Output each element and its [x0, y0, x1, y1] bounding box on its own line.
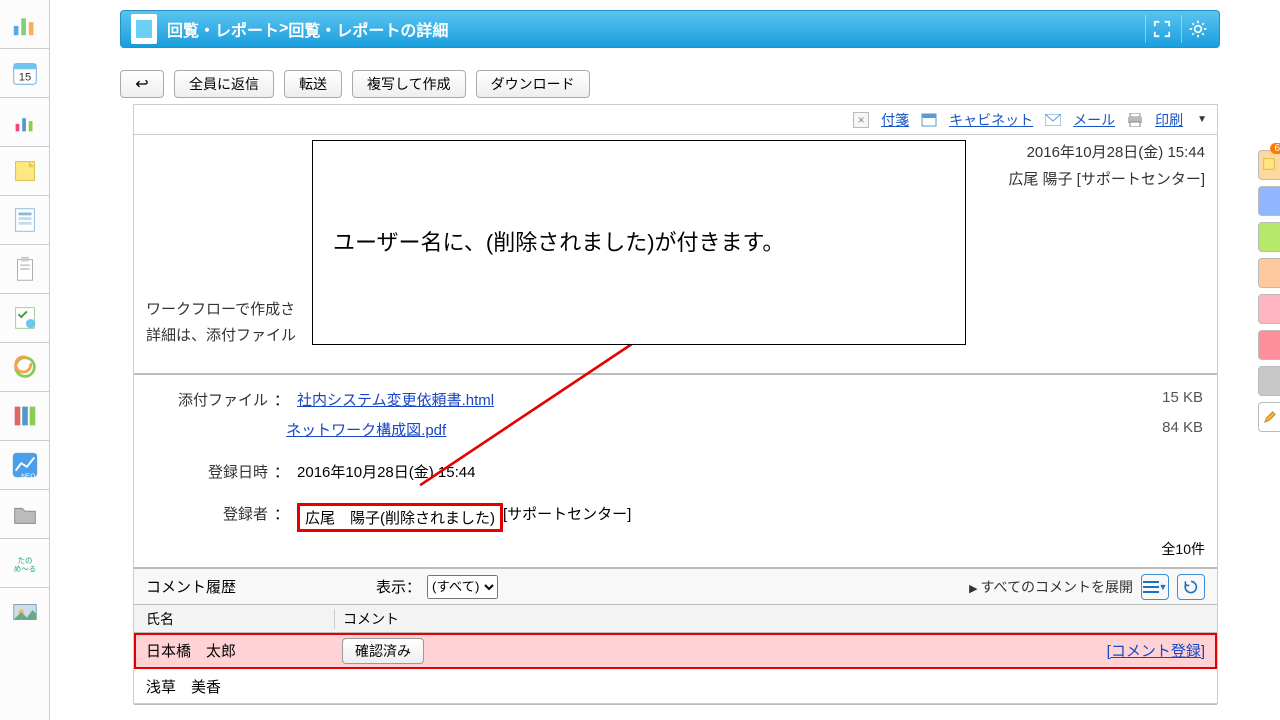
- comment-column-header: 氏名 コメント: [134, 605, 1217, 633]
- rail-icon-app1[interactable]: たのめ〜る: [0, 539, 50, 587]
- right-tab-gray[interactable]: [1258, 366, 1280, 396]
- confirmed-button[interactable]: 確認済み: [342, 638, 424, 664]
- print-link[interactable]: 印刷: [1155, 110, 1183, 130]
- back-button[interactable]: ↩: [120, 70, 164, 98]
- rail-icon-note[interactable]: [0, 147, 50, 195]
- breadcrumb-page: 回覧・レポートの詳細: [288, 17, 448, 41]
- attachment-link-1[interactable]: 社内システム変更依頼書.html: [297, 389, 494, 410]
- rail-icon-books[interactable]: [0, 392, 50, 440]
- right-color-tabs: 6: [1258, 150, 1280, 438]
- attachment-size-2: 84 KB: [1162, 419, 1203, 436]
- mail-link[interactable]: メール: [1073, 110, 1115, 130]
- col-comment: コメント: [334, 609, 1217, 629]
- attachment-row-1: 添付ファイル： 社内システム変更依頼書.html 15 KB: [148, 389, 1203, 419]
- registered-user-row: 登録者： 広尾 陽子(削除されました) [サポートセンター]: [148, 503, 1203, 533]
- comment-row-2: 浅草 美香: [134, 669, 1217, 705]
- right-tab-blue[interactable]: [1258, 186, 1280, 216]
- detail-fields: 添付ファイル： 社内システム変更依頼書.html 15 KB ネットワーク構成図…: [134, 375, 1217, 535]
- forward-button[interactable]: 転送: [284, 70, 342, 98]
- registered-date-value: 2016年10月28日(金) 15:44: [297, 461, 475, 482]
- action-toolbar: ↩ 全員に返信 転送 複写して作成 ダウンロード: [120, 68, 1220, 100]
- breadcrumb-sep: >: [279, 20, 288, 38]
- svg-text:15: 15: [19, 72, 32, 84]
- rail-icon-calendar[interactable]: 15: [0, 49, 50, 97]
- download-button[interactable]: ダウンロード: [476, 70, 590, 98]
- print-icon: [1127, 113, 1143, 127]
- svg-text:NEO: NEO: [21, 473, 35, 480]
- expand-all-link[interactable]: ▶すべてのコメントを展開: [969, 577, 1133, 597]
- cabinet-icon: [921, 113, 937, 127]
- attachment-row-2: ネットワーク構成図.pdf 84 KB: [148, 419, 1203, 449]
- reply-all-button[interactable]: 全員に返信: [174, 70, 274, 98]
- gear-icon[interactable]: [1181, 15, 1213, 43]
- rail-icon-checklist[interactable]: [0, 294, 50, 342]
- rail-icon-clipboard[interactable]: [0, 245, 50, 293]
- rail-icon-photo[interactable]: [0, 588, 50, 636]
- right-tab-edit[interactable]: [1258, 402, 1280, 432]
- refresh-icon[interactable]: [1177, 574, 1205, 600]
- comment-row-1: 日本橋 太郎 確認済み [コメント登録]: [134, 633, 1217, 669]
- close-icon[interactable]: ×: [853, 112, 869, 128]
- registered-user-label: 登録者: [148, 503, 268, 524]
- sticky-link[interactable]: 付箋: [881, 110, 909, 130]
- attachment-size-1: 15 KB: [1162, 389, 1203, 406]
- comment-history-title: コメント履歴: [146, 576, 236, 597]
- comment-panel: コメント履歴 表示： (すべて) ▶すべてのコメントを展開 ▼ 氏名 コメント …: [134, 567, 1217, 705]
- registered-user-value: 広尾 陽子(削除されました): [297, 503, 503, 532]
- attachment-link-2[interactable]: ネットワーク構成図.pdf: [286, 419, 446, 440]
- rail-icon-sync[interactable]: [0, 343, 50, 391]
- registered-date-row: 登録日時： 2016年10月28日(金) 15:44: [148, 461, 1203, 491]
- fullscreen-icon[interactable]: [1145, 15, 1177, 43]
- annotation-text: ユーザー名に、(削除されました)が付きます。: [333, 230, 784, 255]
- annotation-callout: ユーザー名に、(削除されました)が付きます。: [312, 140, 966, 345]
- right-tab-notify[interactable]: 6: [1258, 150, 1280, 180]
- panel-linkbar: × 付箋 キャビネット メール 印刷 ▼: [134, 105, 1217, 135]
- print-dropdown-arrow[interactable]: ▼: [1197, 114, 1207, 125]
- rail-icon-report[interactable]: [0, 196, 50, 244]
- rail-icon-folder[interactable]: [0, 490, 50, 538]
- breadcrumb-app: 回覧・レポート: [167, 17, 279, 41]
- display-label: 表示：: [376, 576, 421, 597]
- svg-text:め〜る: め〜る: [14, 564, 37, 573]
- col-name: 氏名: [134, 609, 334, 629]
- comment-row-name: 浅草 美香: [134, 676, 334, 697]
- comment-row-name: 日本橋 太郎: [134, 640, 334, 661]
- comment-header: コメント履歴 表示： (すべて) ▶すべてのコメントを展開 ▼: [134, 569, 1217, 605]
- registered-date-label: 登録日時: [148, 461, 268, 482]
- report-app-icon: [131, 14, 157, 44]
- back-icon: ↩: [135, 74, 148, 94]
- right-tab-red[interactable]: [1258, 330, 1280, 360]
- page-header: 回覧・レポート > 回覧・レポートの詳細: [120, 10, 1220, 48]
- body-line-1: ワークフローで作成さ: [146, 301, 295, 318]
- rail-icon-graph[interactable]: [0, 98, 50, 146]
- registered-user-dept: [サポートセンター]: [503, 503, 631, 524]
- display-filter-select[interactable]: (すべて): [427, 575, 498, 599]
- mail-icon: [1045, 114, 1061, 126]
- list-view-icon[interactable]: ▼: [1141, 574, 1169, 600]
- right-tab-peach[interactable]: [1258, 258, 1280, 288]
- body-line-2: 詳細は、添付ファイル: [146, 327, 296, 344]
- cabinet-link[interactable]: キャビネット: [949, 110, 1033, 130]
- expand-all-text: すべてのコメントを展開: [981, 579, 1133, 595]
- attachment-label: 添付ファイル: [148, 389, 268, 410]
- total-count: 全10件: [134, 535, 1217, 567]
- rail-icon-chart[interactable]: [0, 0, 50, 48]
- copy-create-button[interactable]: 複写して作成: [352, 70, 466, 98]
- right-tab-green[interactable]: [1258, 222, 1280, 252]
- rail-icon-trend[interactable]: NEO: [0, 441, 50, 489]
- right-tab-pink[interactable]: [1258, 294, 1280, 324]
- left-app-rail: 15 NEO たのめ〜る: [0, 0, 50, 720]
- right-tab-badge: 6: [1270, 143, 1280, 154]
- register-comment-link[interactable]: [コメント登録]: [1107, 640, 1205, 661]
